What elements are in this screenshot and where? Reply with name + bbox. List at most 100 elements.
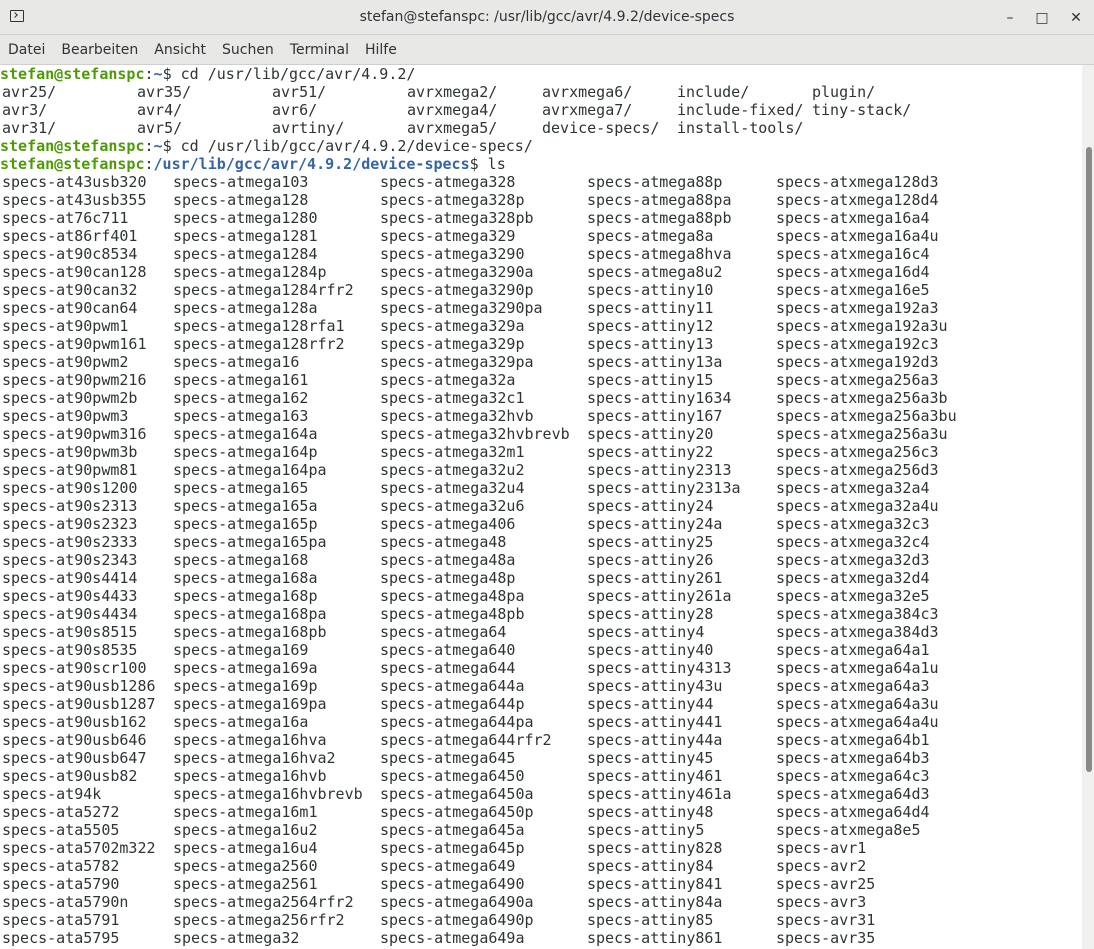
ls-file-entry: specs-atxmega32c4	[776, 533, 930, 551]
ls-row: specs-at90usb162 specs-atmega16a specs-atm…	[0, 713, 1082, 731]
ls-file-entry: specs-avr3	[776, 893, 867, 911]
command-text: cd /usr/lib/gcc/avr/4.9.2/device-specs/	[180, 137, 533, 155]
ls-file-entry: specs-avr1	[776, 839, 867, 857]
ls-file-entry: specs-attiny45	[587, 749, 714, 767]
ls-file-entry: specs-atxmega16c4	[776, 245, 930, 263]
ls-row: specs-at90pwm2 specs-atmega16 specs-atmega…	[0, 353, 1082, 371]
ls-file-entry: specs-atxmega256a3u	[776, 425, 948, 443]
ls-file-entry: specs-atmega169pa	[173, 695, 327, 713]
ls-row: specs-at90pwm316 specs-atmega164a specs-at…	[0, 425, 1082, 443]
ls-file-entry: specs-attiny828	[587, 839, 723, 857]
ls-file-entry: specs-atmega16u2	[173, 821, 318, 839]
ls-file-entry: specs-atmega644p	[380, 695, 525, 713]
ls-file-entry: specs-atmega161	[173, 371, 309, 389]
ls-file-entry: specs-atmega6490	[380, 875, 525, 893]
ls-file-entry: specs-atmega128rfr2	[173, 335, 345, 353]
ls-file-entry: specs-avr35	[776, 929, 876, 947]
ls-file-entry: specs-attiny4	[587, 623, 705, 641]
ls-file-entry: specs-at90pwm316	[2, 425, 147, 443]
menu-hilfe[interactable]: Hilfe	[365, 42, 397, 58]
ls-row: specs-at90usb1286 specs-atmega169p specs-a…	[0, 677, 1082, 695]
ls-row: specs-at90s2323 specs-atmega165p specs-atm…	[0, 515, 1082, 533]
ls-file-entry: specs-atmega32u2	[380, 461, 525, 479]
ls-file-entry: specs-atmega16m1	[173, 803, 318, 821]
completion-entry: plugin/	[812, 83, 876, 101]
ls-file-entry: specs-atmega644	[380, 659, 516, 677]
ls-file-entry: specs-at90s8515	[2, 623, 138, 641]
ls-file-entry: specs-atmega32hvb	[380, 407, 534, 425]
ls-file-entry: specs-atmega168pa	[173, 605, 327, 623]
ls-row: specs-at43usb320 specs-atmega103 specs-atm…	[0, 173, 1082, 191]
minimize-button[interactable]: –	[1000, 8, 1020, 28]
ls-file-entry: specs-atxmega256a3bu	[776, 407, 957, 425]
ls-file-entry: specs-ata5272	[2, 803, 120, 821]
ls-file-entry: specs-avr31	[776, 911, 876, 929]
ls-row: specs-at76c711 specs-atmega1280 specs-atme…	[0, 209, 1082, 227]
ls-file-entry: specs-at90s2333	[2, 533, 138, 551]
ls-file-entry: specs-attiny84a	[587, 893, 723, 911]
completion-entry: avrxmega7/	[542, 101, 633, 119]
close-button[interactable]: ✕	[1066, 8, 1086, 28]
completion-row: avr3/avr4/avr6/avrxmega4/avrxmega7/inclu…	[0, 101, 1082, 119]
ls-file-entry: specs-attiny13	[587, 335, 714, 353]
ls-file-entry: specs-atmega103	[173, 173, 309, 191]
ls-file-entry: specs-atmega3290a	[380, 263, 534, 281]
maximize-button[interactable]: □	[1032, 8, 1052, 28]
ls-row: specs-at90s8535 specs-atmega169 specs-atme…	[0, 641, 1082, 659]
ls-file-entry: specs-at90s1200	[2, 479, 138, 497]
ls-file-entry: specs-atmega1280	[173, 209, 318, 227]
ls-file-entry: specs-attiny5	[587, 821, 705, 839]
ls-row: specs-ata5782 specs-atmega2560 specs-atmeg…	[0, 857, 1082, 875]
ls-row: specs-at90pwm1 specs-atmega128rfa1 specs-a…	[0, 317, 1082, 335]
ls-row: specs-at90s4433 specs-atmega168p specs-atm…	[0, 587, 1082, 605]
ls-file-entry: specs-attiny24	[587, 497, 714, 515]
menu-terminal[interactable]: Terminal	[290, 42, 349, 58]
ls-row: specs-ata5791 specs-atmega256rfr2 specs-at…	[0, 911, 1082, 929]
completion-entry: avr51/	[272, 83, 327, 101]
menu-bearbeiten[interactable]: Bearbeiten	[61, 42, 138, 58]
completion-entry: avr5/	[137, 119, 183, 137]
ls-file-entry: specs-atxmega384c3	[776, 605, 939, 623]
ls-file-entry: specs-atmega163	[173, 407, 309, 425]
ls-file-entry: specs-atmega6490p	[380, 911, 534, 929]
ls-file-entry: specs-atmega645a	[380, 821, 525, 839]
ls-file-entry: specs-attiny26	[587, 551, 714, 569]
ls-file-entry: specs-atmega88p	[587, 173, 723, 191]
ls-file-entry: specs-attiny2313a	[587, 479, 741, 497]
ls-file-entry: specs-atmega32m1	[380, 443, 525, 461]
ls-file-entry: specs-atmega164pa	[173, 461, 327, 479]
ls-file-entry: specs-at90s2313	[2, 497, 138, 515]
ls-file-entry: specs-atxmega32a4	[776, 479, 930, 497]
ls-file-entry: specs-atmega48p	[380, 569, 516, 587]
ls-file-entry: specs-atxmega64b1	[776, 731, 930, 749]
ls-file-entry: specs-atmega644pa	[380, 713, 534, 731]
ls-file-entry: specs-at90c8534	[2, 245, 138, 263]
ls-file-entry: specs-at90s2323	[2, 515, 138, 533]
window-titlebar[interactable]: stefan@stefanspc: /usr/lib/gcc/avr/4.9.2…	[0, 0, 1094, 35]
menu-suchen[interactable]: Suchen	[222, 42, 274, 58]
terminal-output[interactable]: stefan@stefanspc:~$ cd /usr/lib/gcc/avr/…	[0, 65, 1082, 949]
prompt-line: stefan@stefanspc:/usr/lib/gcc/avr/4.9.2/…	[0, 155, 506, 173]
ls-row: specs-at90pwm2b specs-atmega162 specs-atme…	[0, 389, 1082, 407]
ls-file-entry: specs-attiny441	[587, 713, 723, 731]
ls-file-entry: specs-attiny261a	[587, 587, 732, 605]
completion-entry: avr3/	[2, 101, 48, 119]
menu-ansicht[interactable]: Ansicht	[154, 42, 206, 58]
ls-file-entry: specs-atmega6490a	[380, 893, 534, 911]
ls-file-entry: specs-at43usb320	[2, 173, 147, 191]
ls-file-entry: specs-atmega6450p	[380, 803, 534, 821]
ls-file-entry: specs-atmega645p	[380, 839, 525, 857]
window-title: stefan@stefanspc: /usr/lib/gcc/avr/4.9.2…	[359, 9, 735, 25]
ls-file-entry: specs-at90pwm3	[2, 407, 129, 425]
ls-file-entry: specs-at90can32	[2, 281, 138, 299]
ls-file-entry: specs-ata5791	[2, 911, 120, 929]
ls-file-entry: specs-atmega329p	[380, 335, 525, 353]
scrollbar-thumb[interactable]	[1086, 147, 1092, 772]
menu-datei[interactable]: Datei	[8, 42, 45, 58]
ls-file-entry: specs-atxmega384d3	[776, 623, 939, 641]
ls-row: specs-ata5702m322 specs-atmega16u4 specs-a…	[0, 839, 1082, 857]
ls-file-entry: specs-atmega16	[173, 353, 300, 371]
ls-row: specs-at90pwm216 specs-atmega161 specs-atm…	[0, 371, 1082, 389]
ls-file-entry: specs-at90scr100	[2, 659, 147, 677]
ls-file-entry: specs-atxmega32e5	[776, 587, 930, 605]
